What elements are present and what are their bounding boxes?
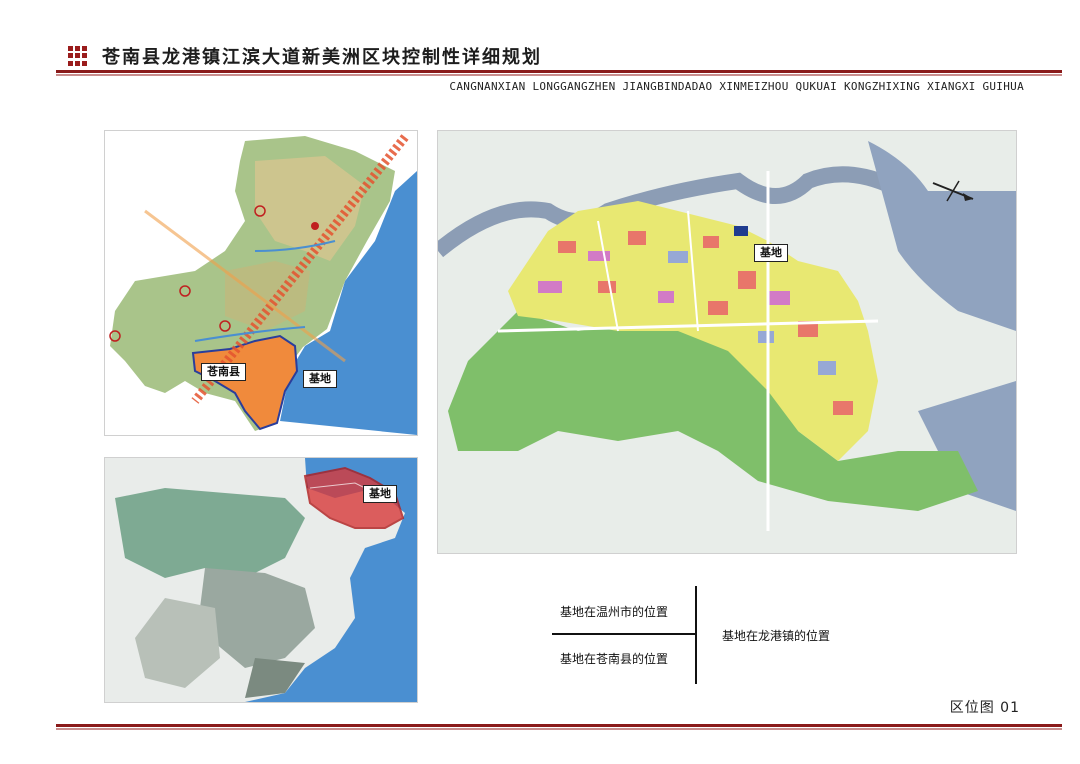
caption-divider-vertical <box>695 586 697 684</box>
wenzhou-site-label: 基地 <box>303 370 337 388</box>
caption-divider-horizontal <box>552 633 695 635</box>
cangnan-location-map: 基地 <box>104 457 418 703</box>
figure-label: 区位图 01 <box>949 700 1020 716</box>
page-subtitle-pinyin: CANGNANXIAN LONGGANGZHEN JIANGBINDADAO X… <box>449 80 1024 93</box>
caption-longgang: 基地在龙港镇的位置 <box>722 629 831 643</box>
wenzhou-location-map: 苍南县 基地 <box>104 130 418 436</box>
footer-divider <box>56 724 1062 727</box>
cangnan-site-label: 基地 <box>363 485 397 503</box>
wenzhou-map-graphic <box>105 131 417 435</box>
header-divider-light <box>56 74 1062 76</box>
footer-divider-light <box>56 728 1062 730</box>
logo-grid-icon <box>68 46 88 66</box>
longgang-location-map: 基地 <box>437 130 1017 554</box>
cangnan-county-label: 苍南县 <box>201 363 246 381</box>
longgang-site-label: 基地 <box>754 244 788 262</box>
caption-wenzhou: 基地在温州市的位置 <box>560 605 669 619</box>
longgang-map-graphic <box>438 131 1016 553</box>
page-title: 苍南县龙港镇江滨大道新美洲区块控制性详细规划 <box>102 47 542 68</box>
caption-cangnan: 基地在苍南县的位置 <box>560 652 669 666</box>
header-divider <box>56 70 1062 73</box>
